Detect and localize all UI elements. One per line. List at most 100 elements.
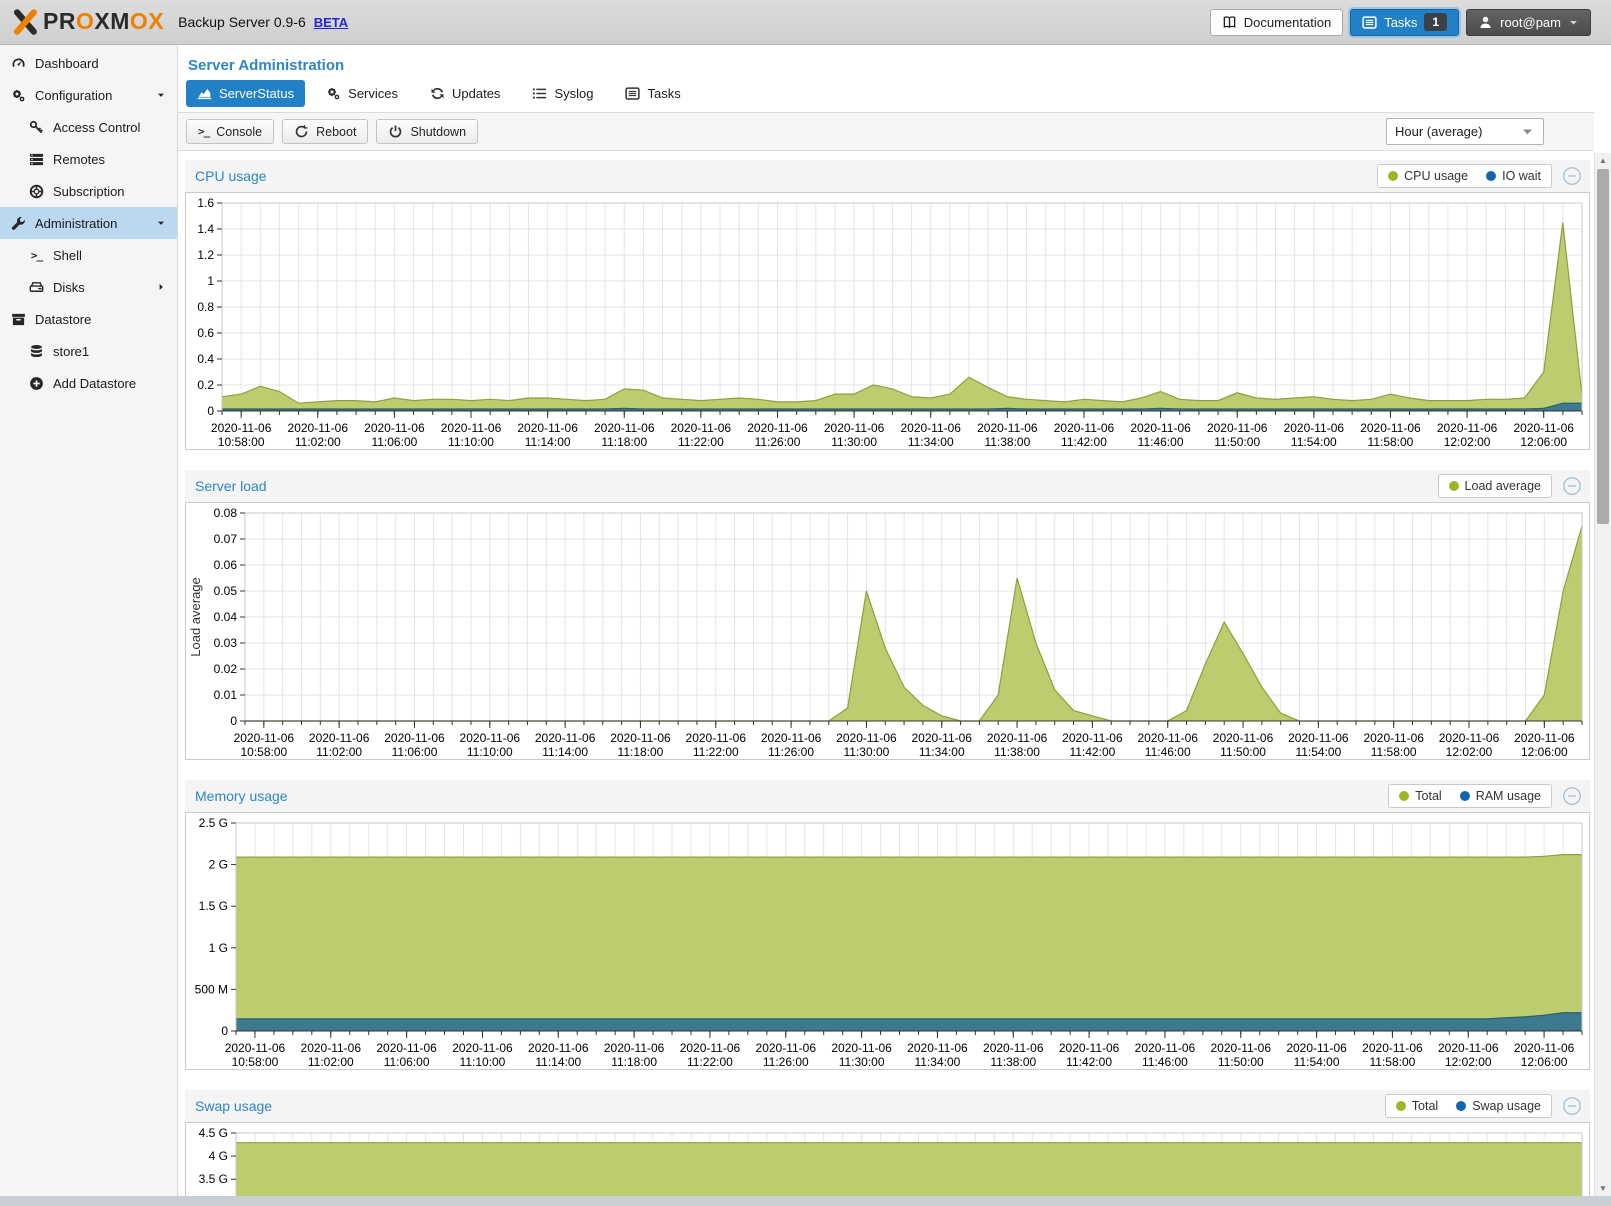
horizontal-scrollbar[interactable] bbox=[0, 1196, 1611, 1206]
svg-text:11:38:00: 11:38:00 bbox=[994, 745, 1040, 759]
svg-text:2020-11-06: 2020-11-06 bbox=[983, 1041, 1044, 1055]
svg-text:11:02:00: 11:02:00 bbox=[316, 745, 362, 759]
svg-text:11:06:00: 11:06:00 bbox=[392, 745, 438, 759]
scrollbar-thumb[interactable] bbox=[1597, 169, 1609, 524]
collapse-panel-icon[interactable] bbox=[1562, 786, 1582, 806]
legend-item-total[interactable]: Total bbox=[1396, 1099, 1438, 1113]
collapse-panel-icon[interactable] bbox=[1562, 1096, 1582, 1116]
panel-memory-usage: Memory usage Total RAM usage 0500 M1 G1.5 G… bbox=[185, 780, 1590, 1070]
chart-area-icon bbox=[197, 86, 212, 101]
user-label: root@pam bbox=[1500, 15, 1561, 30]
product-title: Backup Server 0.9-6 bbox=[178, 14, 306, 30]
sidebar-item-access-control[interactable]: Access Control bbox=[0, 111, 177, 143]
chart-body: 0500 M1 G1.5 G2 G2.5 G3 G3.5 G4 G4.5 G20… bbox=[185, 1122, 1590, 1196]
svg-text:2020-11-06: 2020-11-06 bbox=[1513, 421, 1574, 435]
sidebar-item-shell[interactable]: >_Shell bbox=[0, 239, 177, 271]
panel-server-load: Server loadLoad average00.010.020.030.04… bbox=[185, 470, 1590, 760]
legend-item-cpu-usage[interactable]: CPU usage bbox=[1388, 169, 1468, 183]
console-button[interactable]: >_Console bbox=[186, 119, 274, 144]
proxmox-logo: PROXMOX bbox=[10, 7, 164, 37]
tab-serverstatus[interactable]: ServerStatus bbox=[186, 80, 305, 107]
button-label: Reboot bbox=[316, 125, 356, 139]
sidebar-item-configuration[interactable]: Configuration bbox=[0, 79, 177, 111]
svg-text:12:02:00: 12:02:00 bbox=[1444, 435, 1491, 449]
svg-text:11:34:00: 11:34:00 bbox=[915, 1055, 961, 1069]
panel-title: Memory usage bbox=[195, 788, 288, 804]
collapse-panel-icon[interactable] bbox=[1562, 476, 1582, 496]
scroll-down-arrow[interactable]: ▼ bbox=[1595, 1181, 1611, 1196]
chart-memory-usage: 0500 M1 G1.5 G2 G2.5 G2020-11-0610:58:00… bbox=[186, 813, 1589, 1069]
svg-text:2020-11-06: 2020-11-06 bbox=[761, 731, 822, 745]
legend-item-swap-usage[interactable]: Swap usage bbox=[1456, 1099, 1541, 1113]
legend-dot-icon bbox=[1456, 1101, 1466, 1111]
svg-text:0.6: 0.6 bbox=[197, 326, 214, 340]
svg-text:2020-11-06: 2020-11-06 bbox=[234, 731, 295, 745]
panel-header: Swap usageTotalSwap usage bbox=[185, 1090, 1590, 1122]
svg-text:2020-11-06: 2020-11-06 bbox=[1207, 421, 1268, 435]
lifering-icon bbox=[28, 184, 45, 199]
beta-link[interactable]: BETA bbox=[314, 15, 348, 30]
svg-text:2020-11-06: 2020-11-06 bbox=[1514, 1041, 1575, 1055]
sidebar-item-remotes[interactable]: Remotes bbox=[0, 143, 177, 175]
reboot-icon bbox=[294, 124, 309, 139]
legend-label: Total bbox=[1412, 1099, 1438, 1113]
timeframe-select[interactable]: Hour (average) bbox=[1386, 118, 1544, 145]
reboot-button[interactable]: Reboot bbox=[282, 119, 368, 144]
vertical-scrollbar[interactable]: ▲ ▼ bbox=[1594, 153, 1611, 1196]
sidebar-item-administration[interactable]: Administration bbox=[0, 207, 177, 239]
user-menu-button[interactable]: root@pam bbox=[1466, 9, 1591, 36]
shutdown-button[interactable]: Shutdown bbox=[376, 119, 478, 144]
tab-updates[interactable]: Updates bbox=[419, 80, 511, 107]
scroll-up-arrow[interactable]: ▲ bbox=[1595, 153, 1611, 168]
svg-text:2020-11-06: 2020-11-06 bbox=[680, 1041, 741, 1055]
svg-text:11:18:00: 11:18:00 bbox=[611, 1055, 657, 1069]
svg-text:0.08: 0.08 bbox=[214, 506, 238, 520]
list-icon bbox=[532, 86, 547, 101]
svg-text:2 G: 2 G bbox=[209, 858, 228, 872]
svg-text:11:42:00: 11:42:00 bbox=[1061, 435, 1107, 449]
sidebar-item-subscription[interactable]: Subscription bbox=[0, 175, 177, 207]
svg-text:1.4: 1.4 bbox=[197, 222, 214, 236]
brand-letter: M bbox=[110, 8, 130, 34]
svg-text:2020-11-06: 2020-11-06 bbox=[384, 731, 445, 745]
svg-text:11:14:00: 11:14:00 bbox=[535, 1055, 581, 1069]
legend-item-io-wait[interactable]: IO wait bbox=[1486, 169, 1541, 183]
svg-text:2020-11-06: 2020-11-06 bbox=[1213, 731, 1274, 745]
chevron-right-icon bbox=[152, 282, 169, 292]
sidebar-item-add-datastore[interactable]: Add Datastore bbox=[0, 367, 177, 399]
tab-services[interactable]: Services bbox=[315, 80, 409, 107]
tasks-button[interactable]: Tasks 1 bbox=[1350, 9, 1459, 36]
svg-text:11:22:00: 11:22:00 bbox=[693, 745, 739, 759]
tasks-count-badge: 1 bbox=[1424, 13, 1447, 31]
svg-text:2020-11-06: 2020-11-06 bbox=[604, 1041, 665, 1055]
svg-text:11:18:00: 11:18:00 bbox=[601, 435, 647, 449]
sidebar: DashboardConfigurationAccess ControlRemo… bbox=[0, 45, 178, 1196]
tab-label: Services bbox=[348, 86, 398, 101]
legend-item-load-average[interactable]: Load average bbox=[1449, 479, 1541, 493]
legend-item-total[interactable]: Total bbox=[1399, 789, 1441, 803]
tab-syslog[interactable]: Syslog bbox=[521, 80, 604, 107]
collapse-panel-icon[interactable] bbox=[1562, 166, 1582, 186]
svg-text:11:30:00: 11:30:00 bbox=[831, 435, 877, 449]
sidebar-item-datastore[interactable]: Datastore bbox=[0, 303, 177, 335]
sidebar-item-label: Disks bbox=[53, 280, 85, 295]
sidebar-item-disks[interactable]: Disks bbox=[0, 271, 177, 303]
chart-server-load: 00.010.020.030.040.050.060.070.082020-11… bbox=[186, 503, 1589, 759]
sidebar-item-dashboard[interactable]: Dashboard bbox=[0, 47, 177, 79]
svg-text:11:58:00: 11:58:00 bbox=[1368, 435, 1414, 449]
svg-text:2020-11-06: 2020-11-06 bbox=[747, 421, 808, 435]
svg-text:2020-11-06: 2020-11-06 bbox=[1362, 1041, 1423, 1055]
legend-item-ram-usage[interactable]: RAM usage bbox=[1460, 789, 1541, 803]
svg-text:4.5 G: 4.5 G bbox=[199, 1126, 228, 1140]
svg-text:2020-11-06: 2020-11-06 bbox=[756, 1041, 817, 1055]
chart-body: 00.010.020.030.040.050.060.070.082020-11… bbox=[185, 502, 1590, 760]
cogs-icon bbox=[326, 86, 341, 101]
svg-text:0.04: 0.04 bbox=[214, 610, 238, 624]
sidebar-item-store1[interactable]: store1 bbox=[0, 335, 177, 367]
legend-dot-icon bbox=[1396, 1101, 1406, 1111]
svg-text:11:02:00: 11:02:00 bbox=[308, 1055, 354, 1069]
svg-text:11:50:00: 11:50:00 bbox=[1220, 745, 1266, 759]
legend-label: RAM usage bbox=[1476, 789, 1541, 803]
documentation-button[interactable]: Documentation bbox=[1210, 9, 1343, 36]
tab-tasks[interactable]: Tasks bbox=[614, 80, 691, 107]
